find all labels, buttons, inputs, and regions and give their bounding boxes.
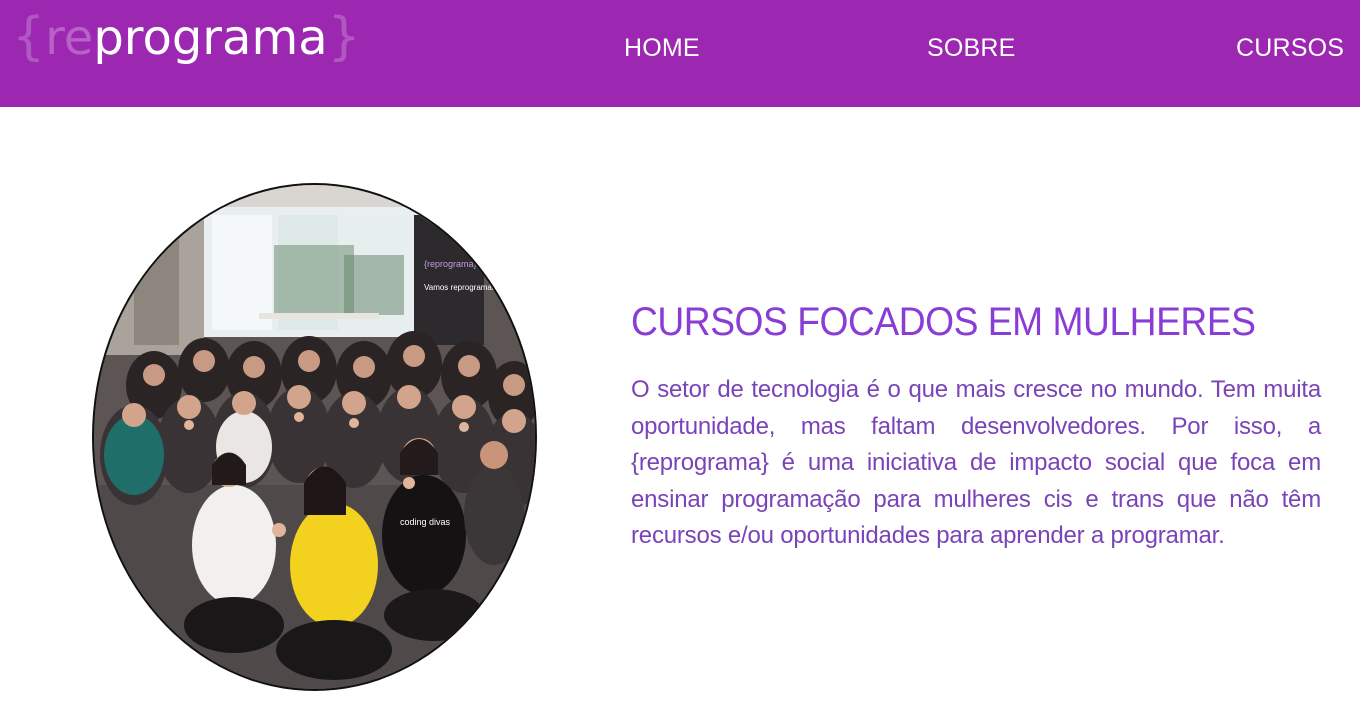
nav-link-cursos[interactable]: CURSOS <box>1236 34 1344 63</box>
banner-slogan-text: Vamos reprogramar o mundo <box>424 283 528 292</box>
nav-link-home[interactable]: HOME <box>624 34 700 63</box>
top-navbar: {re programa} HOME SOBRE CURSOS <box>0 0 1360 107</box>
shirt-text: coding divas <box>400 517 451 527</box>
logo-close-brace: } <box>327 7 361 67</box>
logo-open-brace: { <box>12 7 46 67</box>
section-paragraph: O setor de tecnologia é o que mais cresc… <box>631 376 1321 549</box>
reprograma-logo[interactable]: {re programa} <box>12 8 361 70</box>
logo-word: programa <box>93 10 328 66</box>
nav-link-sobre[interactable]: SOBRE <box>927 34 1016 63</box>
logo-prefix: re <box>45 10 94 66</box>
section-title: CURSOS FOCADOS EM MULHERES <box>631 300 1256 344</box>
banner-brand-text: {reprograma} <box>424 259 477 269</box>
group-photo: {reprograma} Vamos reprogramar o mundo c… <box>92 183 537 691</box>
